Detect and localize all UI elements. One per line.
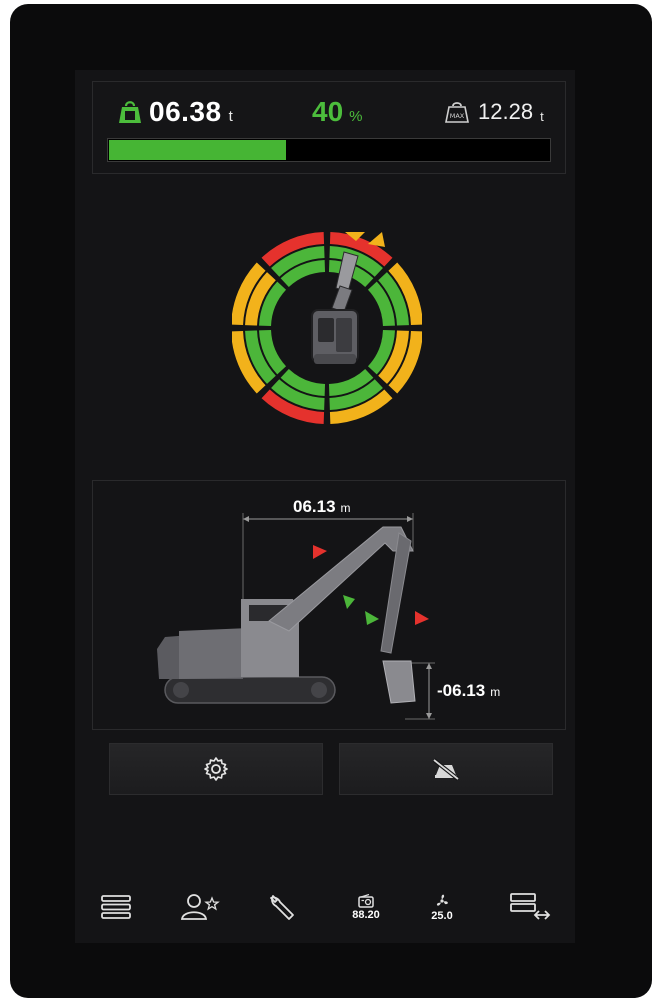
depth-value: -06.13 bbox=[437, 681, 486, 700]
reach-readout: 06.13 m bbox=[293, 497, 351, 517]
load-percent-value: 40 bbox=[312, 96, 344, 127]
nav-fan-button[interactable]: 25.0 bbox=[412, 880, 472, 934]
alarm-mute-icon bbox=[432, 758, 460, 781]
nav-service-button[interactable] bbox=[252, 880, 312, 934]
side-view-panel: 06.13 m -06.13 m bbox=[92, 480, 566, 730]
current-load: 06.38 t bbox=[117, 94, 233, 130]
reach-value: 06.13 bbox=[293, 497, 336, 516]
current-load-value: 06.38 bbox=[149, 96, 222, 127]
settings-button[interactable] bbox=[109, 743, 323, 795]
bottom-nav-bar: 88.20 25.0 bbox=[86, 880, 566, 934]
fan-icon bbox=[436, 894, 448, 906]
nav-radio-button[interactable]: 88.20 bbox=[336, 880, 396, 934]
load-panel: 06.38 t 40 % MAX 12.28 t bbox=[92, 81, 566, 174]
alarm-mute-button[interactable] bbox=[339, 743, 553, 795]
gear-icon bbox=[204, 757, 228, 781]
radio-frequency: 88.20 bbox=[352, 908, 380, 921]
nav-user-favorite-button[interactable] bbox=[170, 880, 230, 934]
nav-menu-button[interactable] bbox=[86, 880, 146, 934]
switch-screen-icon bbox=[510, 893, 551, 920]
boom-up-limit-marker bbox=[313, 545, 327, 559]
stick-green-marker bbox=[365, 611, 379, 625]
depth-readout: -06.13 m bbox=[437, 681, 500, 701]
user-favorite-icon bbox=[180, 894, 220, 920]
load-weight-icon bbox=[119, 101, 141, 123]
stick-limit-marker bbox=[415, 611, 429, 625]
load-percent-unit: % bbox=[349, 107, 363, 125]
stability-dial bbox=[232, 232, 422, 424]
reach-unit: m bbox=[340, 501, 351, 515]
current-load-unit: t bbox=[228, 107, 233, 125]
boom-green-marker bbox=[343, 595, 355, 609]
menu-icon bbox=[101, 895, 131, 919]
fan-speed: 25.0 bbox=[431, 909, 453, 922]
depth-unit: m bbox=[490, 685, 501, 699]
load-progress-fill bbox=[109, 140, 286, 160]
load-percent: 40 % bbox=[312, 94, 363, 130]
nav-switch-screen-button[interactable] bbox=[500, 880, 560, 934]
wrench-icon bbox=[270, 895, 294, 920]
max-load: MAX 12.28 t bbox=[445, 94, 544, 130]
max-weight-icon: MAX bbox=[445, 102, 469, 123]
load-progress-bar bbox=[107, 138, 551, 162]
max-load-unit: t bbox=[540, 108, 544, 124]
max-load-value: 12.28 bbox=[478, 99, 534, 124]
max-icon-text: MAX bbox=[450, 112, 465, 120]
radio-icon bbox=[358, 893, 374, 908]
